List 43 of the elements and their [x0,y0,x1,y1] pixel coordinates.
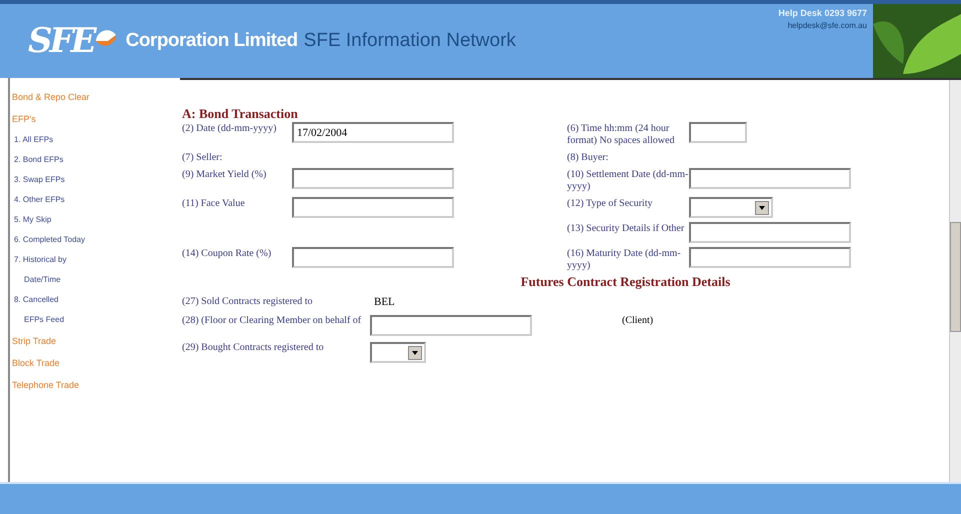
text-field[interactable] [292,247,454,268]
scrollbar[interactable] [949,80,961,482]
dropdown[interactable] [370,342,426,363]
sidebar-link[interactable]: 5. My Skip [12,210,180,230]
company-name: Corporation Limited [126,30,298,52]
field-label: (14) Coupon Rate (%) [182,247,272,260]
text-field[interactable] [689,168,851,189]
field-label: (10) Settlement Date (dd-mm-yyyy) [567,168,689,193]
text-field[interactable] [689,247,851,268]
field-label: (6) Time hh:mm (24 hour format) No spaces allowed [567,122,676,147]
section-title: A: Bond Transaction [182,106,299,122]
field-label: (8) Buyer: [567,151,610,164]
text-field[interactable]: 17/02/2004 [292,122,454,143]
text-field[interactable] [292,197,454,218]
field-label: (9) Market Yield (%) [182,168,268,181]
field-label: (12) Type of Security [567,197,654,210]
dropdown[interactable] [689,197,773,218]
help-email: helpdesk@sfe.com.au [788,21,867,30]
field-label: (2) Date (dd-mm-yyyy) [182,122,278,135]
text-field[interactable] [689,222,851,243]
client-note: (Client) [622,315,654,327]
logo-text: SFE [28,21,94,61]
text-field[interactable] [292,168,454,189]
sidebar-link[interactable]: 6. Completed Today [12,230,180,250]
sidebar-link[interactable]: 4. Other EFPs [12,190,180,210]
sidebar-link[interactable]: 8. Cancelled EFPs Feed [12,290,180,330]
field-label: (27) Sold Contracts registered to [182,296,314,308]
text-field[interactable] [370,315,532,336]
sidebar-link[interactable]: 2. Bond EFPs [12,150,180,170]
network-name: SFE Information Network [304,30,516,52]
sidebar-link[interactable]: 7. Historical by Date/Time [12,250,180,290]
help-desk-text: Help Desk 0293 9677 [778,8,867,18]
time-field[interactable] [689,122,747,143]
section-title: Futures Contract Registration Details [520,274,732,290]
field-label: (13) Security Details if Other [567,222,686,235]
field-label: (7) Seller: [182,151,224,164]
field-label: (11) Face Value [182,197,246,210]
field-label: (28) (Floor or Clearing Member on behalf of [182,315,362,327]
sidebar-link[interactable]: 1. All EFPs [12,130,180,150]
field-label: (16) Maturity Date (dd-mm-yyyy) [567,247,682,272]
sidebar-link[interactable]: 3. Swap EFPs [12,170,180,190]
field-label: (29) Bought Contracts registered to [182,342,325,354]
member-code: BEL [373,296,395,308]
